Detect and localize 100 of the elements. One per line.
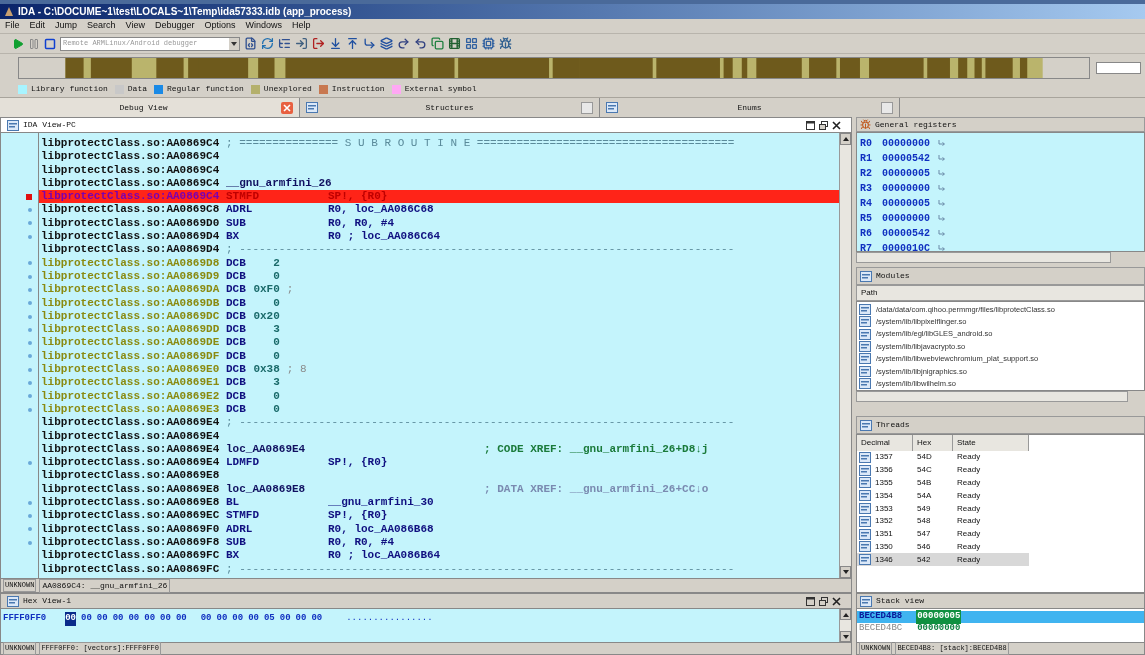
bug-icon[interactable] bbox=[499, 37, 512, 50]
code-line[interactable]: libprotectClass.so:AA0869E1 DCB 3 bbox=[39, 376, 839, 390]
code-line[interactable]: libprotectClass.so:AA0869DD DCB 3 bbox=[39, 323, 839, 337]
jump-arrow-icon[interactable] bbox=[938, 155, 946, 162]
step-out-icon[interactable] bbox=[312, 37, 325, 50]
maximize-icon[interactable] bbox=[806, 596, 815, 606]
horizontal-scrollbar[interactable] bbox=[856, 252, 1111, 263]
hex-byte[interactable]: 00 bbox=[65, 612, 77, 626]
thread-row[interactable]: 1346 542 Ready bbox=[857, 553, 1029, 567]
corner-arrow-icon[interactable] bbox=[363, 37, 376, 50]
refresh-icon[interactable] bbox=[261, 37, 274, 50]
code-line[interactable]: libprotectClass.so:AA0869DF DCB 0 bbox=[39, 349, 839, 364]
stack-row[interactable]: BECED4B8 00000005 bbox=[857, 611, 1144, 623]
code-line[interactable]: libprotectClass.so:AA0869E3 DCB 0 bbox=[39, 402, 839, 417]
hex-byte[interactable]: 00 bbox=[81, 612, 92, 626]
hex-byte[interactable]: 00 bbox=[279, 612, 291, 626]
hex-byte[interactable]: 00 bbox=[295, 612, 307, 626]
code-line[interactable]: libprotectClass.so:AA0869E8 loc_AA0869E8 ; DATA XREF: __gnu_armfini_26+CC↓o bbox=[39, 482, 839, 496]
restore-icon[interactable] bbox=[819, 120, 828, 130]
menu-item[interactable]: File bbox=[5, 19, 20, 33]
menu-item[interactable]: Edit bbox=[29, 19, 46, 33]
arrow-up-line-icon[interactable] bbox=[346, 37, 359, 50]
code-line[interactable]: libprotectClass.so:AA0869F8 SUB R0, R0, #4 bbox=[39, 535, 839, 550]
jump-arrow-icon[interactable] bbox=[938, 215, 946, 222]
jump-arrow-icon[interactable] bbox=[938, 170, 946, 177]
hex-byte[interactable]: 00 bbox=[160, 612, 171, 626]
hex-byte[interactable]: 00 bbox=[128, 612, 140, 626]
arrow-down-line-icon[interactable] bbox=[329, 37, 342, 50]
code-line[interactable]: libprotectClass.so:AA0869EC STMFD SP!, {R0} bbox=[39, 509, 839, 523]
vertical-scrollbar[interactable] bbox=[839, 133, 851, 578]
jump-arrow-icon[interactable] bbox=[938, 140, 946, 147]
cpu-icon[interactable] bbox=[482, 37, 495, 50]
film-icon[interactable] bbox=[448, 37, 461, 50]
code-line[interactable]: libprotectClass.so:AA0869E4 bbox=[39, 429, 839, 443]
horizontal-scrollbar[interactable] bbox=[856, 391, 1128, 402]
close-icon[interactable] bbox=[832, 120, 841, 130]
undo-icon[interactable] bbox=[414, 37, 427, 50]
layers-icon[interactable] bbox=[380, 37, 393, 50]
code-line[interactable]: libprotectClass.so:AA0869C8 ADRL R0, loc_AA086C68 bbox=[39, 203, 839, 217]
code-line[interactable]: libprotectClass.so:AA0869DA DCB 0xF0 ; bbox=[39, 283, 839, 297]
menu-item[interactable]: Help bbox=[292, 19, 311, 33]
menu-item[interactable]: Windows bbox=[245, 19, 282, 33]
code-line[interactable]: libprotectClass.so:AA0869DE DCB 0 bbox=[39, 336, 839, 350]
menu-item[interactable]: View bbox=[125, 19, 145, 33]
menu-item[interactable]: Jump bbox=[55, 19, 78, 33]
hex-byte[interactable]: 05 bbox=[263, 612, 275, 626]
code-line[interactable]: libprotectClass.so:AA0869E0 DCB 0x38 ; 8 bbox=[39, 363, 839, 377]
column-header[interactable]: State bbox=[953, 435, 1029, 451]
code-line[interactable]: libprotectClass.so:AA0869D0 SUB R0, R0, #4 bbox=[39, 216, 839, 231]
column-header[interactable]: Decimal bbox=[857, 435, 913, 451]
thread-row[interactable]: 1353 549 Ready bbox=[857, 502, 1029, 515]
jump-arrow-icon[interactable] bbox=[938, 185, 946, 192]
grid-icon[interactable] bbox=[465, 37, 478, 50]
hex-byte[interactable]: 00 bbox=[96, 612, 108, 626]
code-line[interactable]: libprotectClass.so:AA0869E4 loc_AA0869E4 ; CODE XREF: __gnu_armfini_26+D8↓j bbox=[39, 442, 839, 457]
navigation-field[interactable] bbox=[1096, 61, 1141, 74]
close-icon[interactable] bbox=[832, 596, 841, 606]
code-line[interactable]: libprotectClass.so:AA0869D4 ; --------------------------------------------------------------------------- bbox=[39, 243, 839, 257]
thread-row[interactable]: 1355 54B Ready bbox=[857, 476, 1029, 490]
tab-square-icon[interactable] bbox=[881, 101, 893, 114]
stop-icon[interactable] bbox=[44, 37, 56, 50]
hex-byte[interactable]: 00 bbox=[216, 612, 228, 626]
code-line[interactable]: libprotectClass.so:AA0869D9 DCB 0 bbox=[39, 269, 839, 284]
code-line[interactable]: libprotectClass.so:AA0869C4 __gnu_armfini_26 bbox=[39, 176, 839, 191]
code-line[interactable]: libprotectClass.so:AA0869C4 ; =============== S U B R O U T I N E ======================================= bbox=[39, 137, 839, 151]
maximize-icon[interactable] bbox=[806, 120, 815, 130]
hex-byte[interactable]: 00 bbox=[175, 612, 187, 626]
thread-row[interactable]: 1351 547 Ready bbox=[857, 527, 1029, 541]
code-line[interactable]: libprotectClass.so:AA0869E2 DCB 0 bbox=[39, 389, 839, 403]
code-line[interactable]: libprotectClass.so:AA0869E8 BL __gnu_armfini_30 bbox=[39, 496, 839, 510]
menu-item[interactable]: Search bbox=[87, 19, 116, 33]
restore-icon[interactable] bbox=[819, 596, 828, 606]
thread-row[interactable]: 1357 54D Ready bbox=[857, 451, 1029, 464]
navigation-band[interactable] bbox=[18, 56, 1091, 79]
copy-icon[interactable] bbox=[431, 37, 444, 50]
code-line[interactable]: libprotectClass.so:AA0869F0 ADRL R0, loc_AA086B68 bbox=[39, 522, 839, 536]
redo-icon[interactable] bbox=[397, 37, 410, 50]
step-into-icon[interactable] bbox=[295, 37, 308, 50]
code-line[interactable]: libprotectClass.so:AA0869FC BX R0 ; loc_AA086B64 bbox=[39, 549, 839, 563]
vertical-scrollbar[interactable] bbox=[839, 609, 851, 642]
code-line[interactable]: libprotectClass.so:AA0869C4 bbox=[39, 163, 839, 177]
scroll-up-icon[interactable] bbox=[842, 612, 849, 617]
code-line[interactable]: libprotectClass.so:AA0869FC ; --------------------------------------------------------------------------- bbox=[39, 562, 839, 576]
pause-icon[interactable] bbox=[28, 37, 40, 50]
hex-byte[interactable]: 00 bbox=[144, 612, 156, 626]
scroll-down-icon[interactable] bbox=[842, 570, 849, 574]
thread-row[interactable]: 1350 546 Ready bbox=[857, 540, 1029, 554]
column-header[interactable]: Hex bbox=[913, 435, 953, 451]
code-line[interactable]: libprotectClass.so:AA0869E4 ; --------------------------------------------------------------------------- bbox=[39, 416, 839, 430]
code-line[interactable]: libprotectClass.so:AA0869E8 bbox=[39, 469, 839, 483]
scroll-up-icon[interactable] bbox=[842, 137, 849, 141]
thread-row[interactable]: 1356 54C Ready bbox=[857, 463, 1029, 477]
list-tree-icon[interactable] bbox=[278, 37, 291, 50]
menu-item[interactable]: Options bbox=[204, 19, 236, 33]
play-icon[interactable] bbox=[12, 37, 24, 50]
view-tab[interactable]: Debug View bbox=[0, 98, 300, 117]
hex-byte[interactable]: 00 bbox=[248, 612, 259, 626]
stack-row[interactable]: BECED4BC 00000000 bbox=[857, 623, 1144, 635]
breakpoint-marker[interactable] bbox=[26, 193, 32, 200]
code-line[interactable]: libprotectClass.so:AA0869D4 BX R0 ; loc_AA086C64 bbox=[39, 230, 839, 244]
